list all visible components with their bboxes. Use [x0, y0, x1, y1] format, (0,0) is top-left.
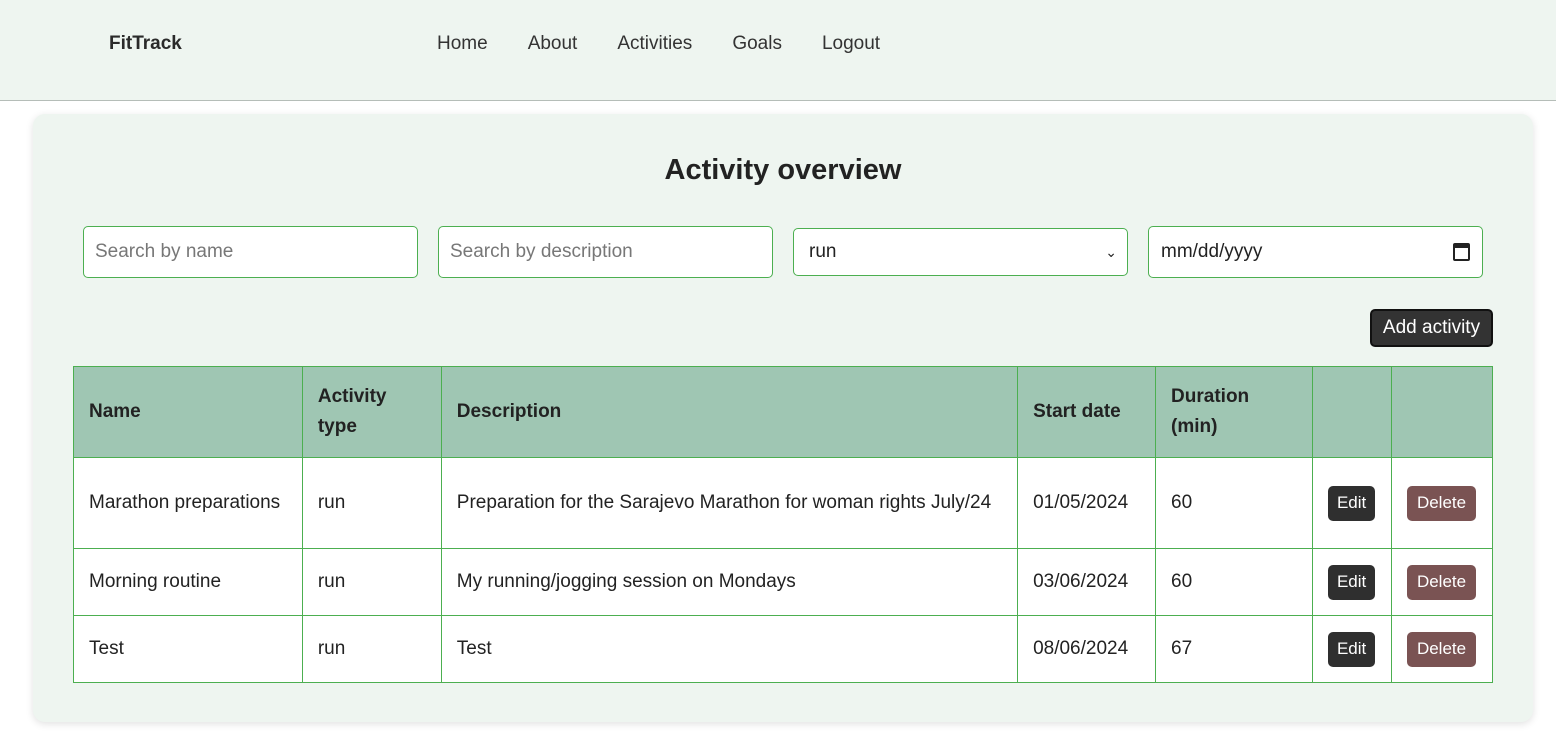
nav-link-goals[interactable]: Goals: [732, 33, 782, 55]
top-navbar: FitTrack Home About Activities Goals Log…: [0, 0, 1556, 101]
edit-button[interactable]: Edit: [1327, 485, 1376, 521]
activities-table: Name Activity type Description Start dat…: [73, 366, 1494, 683]
activity-overview-card: Activity overview run ⌄ mm/dd/yyyy Add a…: [33, 114, 1533, 722]
cell-type: run: [301, 457, 442, 549]
table-row: Morning routine run My running/jogging s…: [73, 548, 1494, 616]
nav-link-activities[interactable]: Activities: [617, 33, 692, 55]
activity-type-selected-value: run: [809, 241, 837, 262]
cell-delete: Delete: [1390, 548, 1494, 616]
brand-logo[interactable]: FitTrack: [109, 33, 182, 55]
cell-duration: 60: [1155, 548, 1313, 616]
cell-name: Marathon preparations: [73, 457, 303, 549]
calendar-icon[interactable]: [1453, 243, 1470, 261]
delete-button[interactable]: Delete: [1406, 485, 1477, 521]
column-header-description: Description: [440, 366, 1019, 458]
cell-start-date: 03/06/2024: [1017, 548, 1157, 616]
column-header-duration: Duration (min): [1155, 366, 1313, 458]
date-placeholder: mm/dd/yyyy: [1161, 241, 1263, 262]
column-header-start-date: Start date: [1017, 366, 1157, 458]
nav-link-about[interactable]: About: [528, 33, 578, 55]
edit-button[interactable]: Edit: [1327, 631, 1376, 667]
column-header-activity-type: Activity type: [301, 366, 442, 458]
table-row: Test run Test 08/06/2024 67 Edit Delete: [73, 615, 1494, 683]
delete-button[interactable]: Delete: [1406, 564, 1477, 600]
activity-type-select[interactable]: run ⌄: [793, 228, 1128, 276]
cell-start-date: 01/05/2024: [1017, 457, 1157, 549]
column-header-edit: [1311, 366, 1392, 458]
cell-type: run: [301, 548, 442, 616]
cell-edit: Edit: [1311, 615, 1392, 683]
cell-description: My running/jogging session on Mondays: [440, 548, 1019, 616]
cell-type: run: [301, 615, 442, 683]
date-filter-input[interactable]: mm/dd/yyyy: [1148, 226, 1483, 278]
cell-name: Test: [73, 615, 303, 683]
edit-button[interactable]: Edit: [1327, 564, 1376, 600]
cell-description: Preparation for the Sarajevo Marathon fo…: [440, 457, 1019, 549]
add-activity-button[interactable]: Add activity: [1370, 309, 1493, 347]
chevron-down-icon: ⌄: [1105, 243, 1117, 260]
cell-delete: Delete: [1390, 457, 1494, 549]
cell-delete: Delete: [1390, 615, 1494, 683]
nav-links: Home About Activities Goals Logout: [437, 33, 920, 55]
cell-edit: Edit: [1311, 548, 1392, 616]
cell-start-date: 08/06/2024: [1017, 615, 1157, 683]
cell-edit: Edit: [1311, 457, 1392, 549]
column-header-delete: [1390, 366, 1494, 458]
cell-duration: 60: [1155, 457, 1313, 549]
table-row: Marathon preparations run Preparation fo…: [73, 457, 1494, 549]
cell-name: Morning routine: [73, 548, 303, 616]
nav-link-home[interactable]: Home: [437, 33, 488, 55]
search-description-input[interactable]: [438, 226, 773, 278]
page-title: Activity overview: [664, 154, 902, 186]
delete-button[interactable]: Delete: [1406, 631, 1477, 667]
search-name-input[interactable]: [83, 226, 418, 278]
column-header-name: Name: [73, 366, 303, 458]
table-header-row: Name Activity type Description Start dat…: [73, 366, 1494, 458]
nav-link-logout[interactable]: Logout: [822, 33, 880, 55]
cell-description: Test: [440, 615, 1019, 683]
cell-duration: 67: [1155, 615, 1313, 683]
